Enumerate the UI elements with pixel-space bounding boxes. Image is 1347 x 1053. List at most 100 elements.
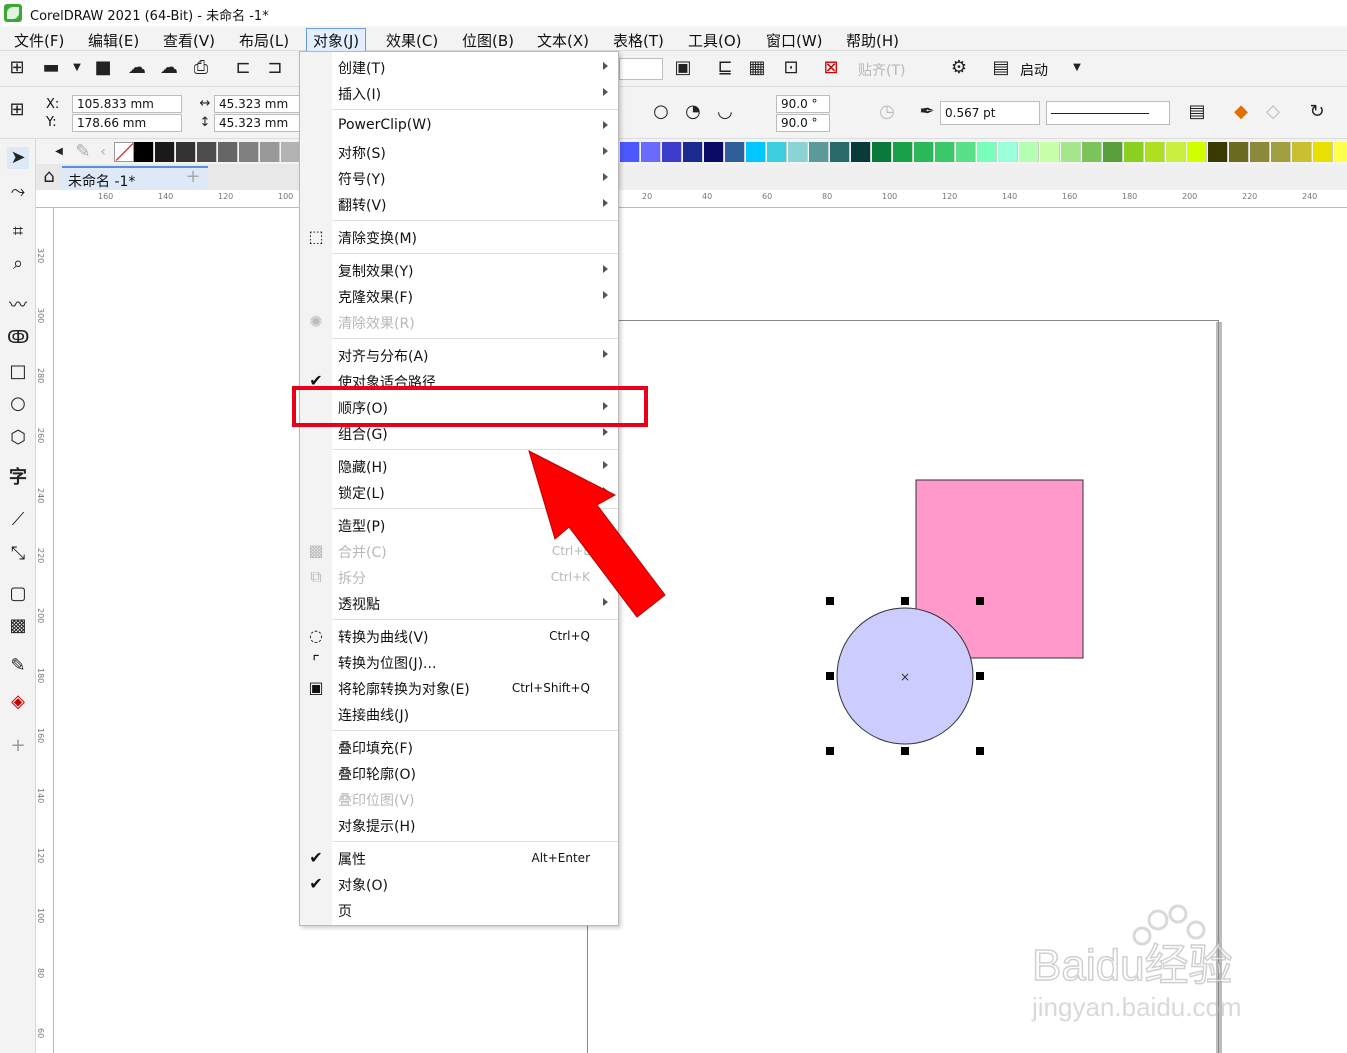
color-swatch[interactable] <box>1019 142 1039 162</box>
x-position-field[interactable]: 105.833 mm <box>72 95 182 113</box>
palette-scroll-left-icon[interactable]: ◀ <box>48 141 70 163</box>
color-swatch[interactable] <box>176 142 196 162</box>
cloud-upload-icon[interactable]: ☁ <box>158 57 180 79</box>
color-swatch[interactable] <box>1271 142 1291 162</box>
menu-3[interactable]: 查看(V) <box>157 29 221 52</box>
direction-icon[interactable]: ◷ <box>876 101 898 123</box>
drop-shadow-icon[interactable]: ▢ <box>7 583 29 605</box>
polygon-tool-icon[interactable]: ⬡ <box>7 427 29 449</box>
menu-5[interactable]: 对象(J) <box>306 28 367 53</box>
color-swatch[interactable] <box>1229 142 1249 162</box>
no-color-swatch[interactable] <box>114 142 134 162</box>
line-style-dropdown[interactable] <box>1046 101 1170 125</box>
start-angle-field[interactable]: 90.0 ° <box>776 95 830 113</box>
print-icon[interactable]: ⎙ <box>190 57 212 79</box>
menu-item[interactable]: 将轮廓转换为对象(E) Ctrl+Shift+Q ▣ <box>300 675 618 701</box>
menu-12[interactable]: 帮助(H) <box>840 29 905 52</box>
color-swatch[interactable] <box>1061 142 1081 162</box>
menu-item[interactable]: 对称(S) <box>300 139 618 165</box>
shape-tool-icon[interactable]: ⤳ <box>7 181 29 203</box>
color-swatch[interactable] <box>662 142 682 162</box>
add-tool-icon[interactable]: + <box>7 735 29 757</box>
menu-7[interactable]: 位图(B) <box>456 29 520 52</box>
menu-10[interactable]: 工具(O) <box>682 29 748 52</box>
color-swatch[interactable] <box>260 142 280 162</box>
zoom-tool-icon[interactable]: ⌕ <box>7 253 29 275</box>
crop-tool-icon[interactable]: ⌗ <box>7 221 29 243</box>
color-swatch[interactable] <box>1334 142 1347 162</box>
menu-2[interactable]: 编辑(E) <box>82 29 145 52</box>
color-swatch[interactable] <box>1187 142 1207 162</box>
add-tab-icon[interactable]: + <box>182 166 204 188</box>
grid-icon[interactable]: ▦ <box>746 57 768 79</box>
menu-item[interactable]: 复制效果(Y) <box>300 257 618 283</box>
color-swatch[interactable] <box>1124 142 1144 162</box>
snap-to-dropdown[interactable]: 贴齐(T) <box>858 60 905 80</box>
snap-off-icon[interactable]: ⊠ <box>820 57 842 79</box>
color-swatch[interactable] <box>851 142 871 162</box>
text-wrap-icon[interactable]: ▤ <box>1186 101 1208 123</box>
width-field[interactable]: 45.323 mm <box>214 95 300 113</box>
text-tool-icon[interactable]: 字 <box>7 467 29 489</box>
to-front-icon[interactable]: ◆ <box>1230 101 1252 123</box>
transparency-icon[interactable]: ▩ <box>7 615 29 637</box>
menu-item[interactable]: 页 <box>300 897 618 923</box>
parallel-dimension-icon[interactable]: ⟋ <box>7 509 29 531</box>
color-swatch[interactable] <box>641 142 661 162</box>
menu-1[interactable]: 文件(F) <box>8 29 70 52</box>
color-swatch[interactable] <box>725 142 745 162</box>
object-origin-icon[interactable]: ⊞ <box>6 99 28 121</box>
chevron-down-icon[interactable]: ▼ <box>66 57 88 79</box>
freehand-tool-icon[interactable]: 〰 <box>7 295 29 317</box>
color-swatch[interactable] <box>197 142 217 162</box>
color-swatch[interactable] <box>1082 142 1102 162</box>
menu-item[interactable]: 叠印轮廓(O) <box>300 760 618 786</box>
home-icon[interactable]: ⌂ <box>38 166 60 188</box>
color-swatch[interactable] <box>1166 142 1186 162</box>
cloud-download-icon[interactable]: ☁ <box>126 57 148 79</box>
guidelines-icon[interactable]: ⊡ <box>780 57 802 79</box>
chevron-down-icon[interactable]: ▼ <box>1066 57 1088 79</box>
eyedropper-icon[interactable]: ✎ <box>7 655 29 677</box>
to-back-icon[interactable]: ◇ <box>1262 101 1284 123</box>
color-swatch[interactable] <box>998 142 1018 162</box>
full-screen-icon[interactable]: ▣ <box>672 57 694 79</box>
zoom-dropdown[interactable] <box>619 58 663 80</box>
color-swatch[interactable] <box>830 142 850 162</box>
interactive-fill-icon[interactable]: ◈ <box>7 691 29 713</box>
eyedropper-icon[interactable]: ✎ <box>72 141 94 163</box>
color-swatch[interactable] <box>788 142 808 162</box>
open-folder-icon[interactable]: ▬ <box>40 57 62 79</box>
color-swatch[interactable] <box>956 142 976 162</box>
menu-6[interactable]: 效果(C) <box>380 29 444 52</box>
color-swatch[interactable] <box>134 142 154 162</box>
menu-item[interactable]: 翻转(V) <box>300 191 618 217</box>
menu-item[interactable]: 符号(Y) <box>300 165 618 191</box>
color-swatch[interactable] <box>977 142 997 162</box>
color-swatch[interactable] <box>1145 142 1165 162</box>
pick-tool-icon[interactable]: ➤ <box>7 147 29 169</box>
save-icon[interactable]: ■ <box>92 57 114 79</box>
menu-item[interactable]: 插入(I) <box>300 80 618 106</box>
color-swatch[interactable] <box>1313 142 1333 162</box>
color-swatch[interactable] <box>281 142 301 162</box>
ellipse-tool-icon[interactable]: ○ <box>7 393 29 415</box>
pie-icon[interactable]: ◔ <box>682 101 704 123</box>
menu-item[interactable]: 对象(O) ✔ <box>300 871 618 897</box>
artistic-media-icon[interactable]: ↂ <box>7 327 29 349</box>
menu-item[interactable]: 对象提示(H) <box>300 812 618 838</box>
color-swatch[interactable] <box>893 142 913 162</box>
color-swatch[interactable] <box>1250 142 1270 162</box>
color-swatch[interactable] <box>1040 142 1060 162</box>
menu-9[interactable]: 表格(T) <box>607 29 670 52</box>
menu-item[interactable]: 克隆效果(F) <box>300 283 618 309</box>
import-icon[interactable]: ⊏ <box>232 57 254 79</box>
menu-item[interactable]: 创建(T) <box>300 54 618 80</box>
color-swatch[interactable] <box>683 142 703 162</box>
menu-item[interactable]: PowerClip(W) <box>300 113 618 139</box>
menu-item[interactable]: 属性 Alt+Enter ✔ <box>300 845 618 871</box>
end-angle-field[interactable]: 90.0 ° <box>776 114 830 132</box>
y-position-field[interactable]: 178.66 mm <box>72 114 182 132</box>
rulers-icon[interactable]: ⊑ <box>714 57 736 79</box>
rectangle-tool-icon[interactable]: □ <box>7 361 29 383</box>
